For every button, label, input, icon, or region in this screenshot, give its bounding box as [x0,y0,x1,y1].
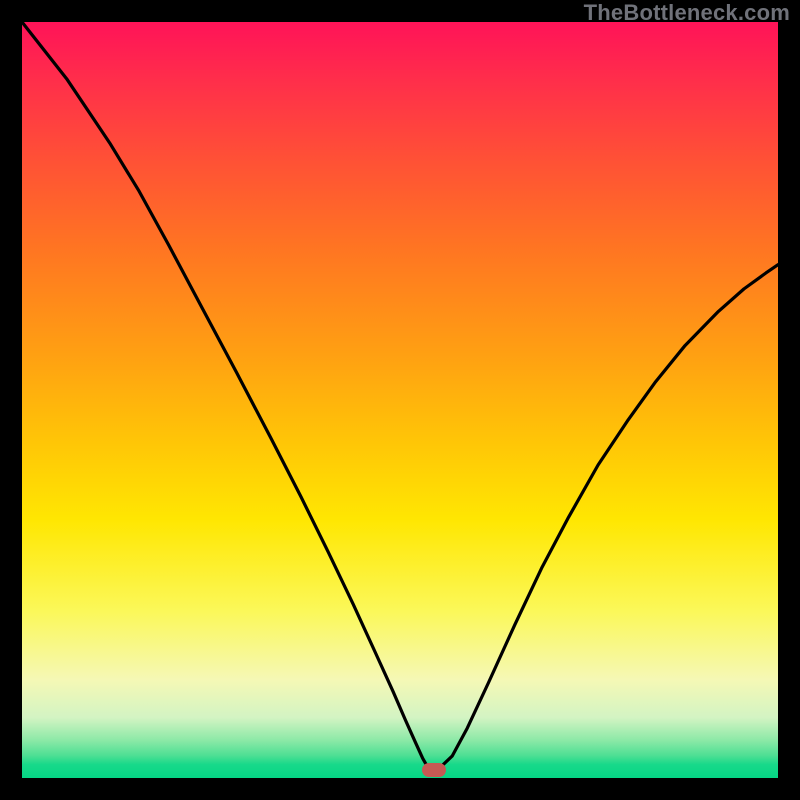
plot-area [22,22,778,778]
curve-path [22,22,778,769]
bottleneck-marker [422,763,446,777]
bottleneck-curve [22,22,778,778]
chart-stage: TheBottleneck.com [0,0,800,800]
